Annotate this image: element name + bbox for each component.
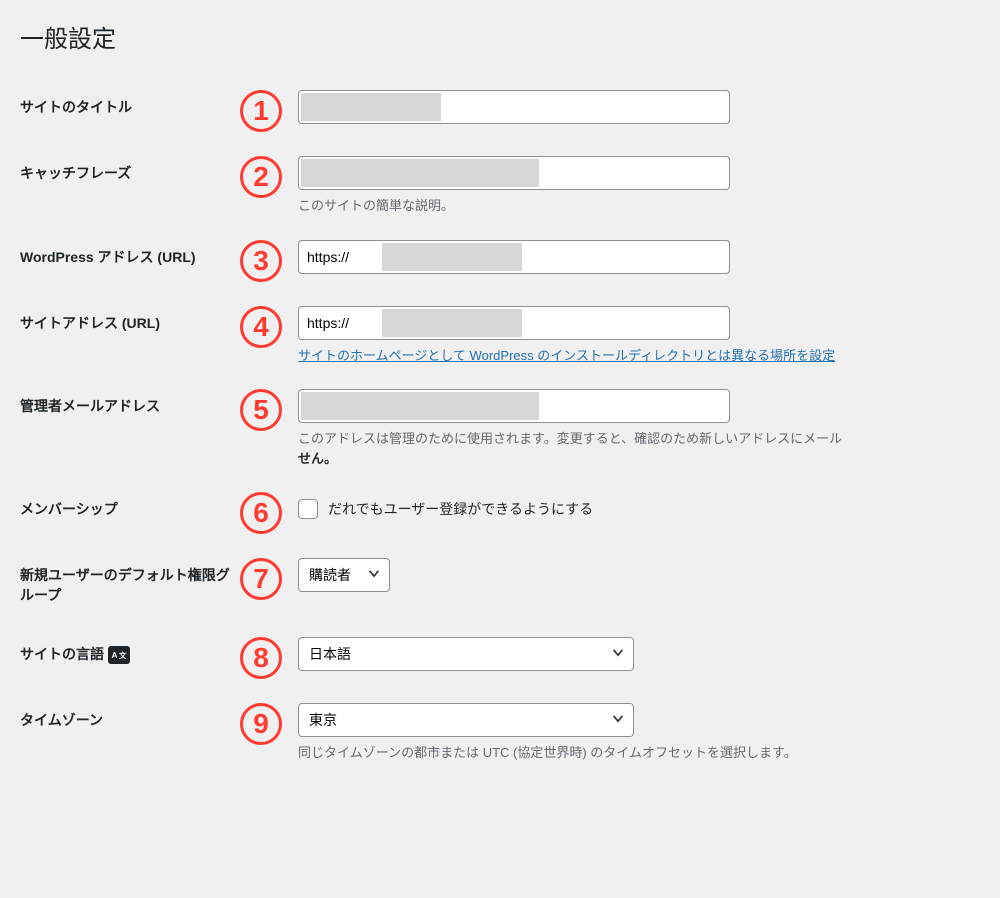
label-timezone: タイムゾーン — [20, 691, 240, 775]
annotation-marker-7: 7 — [240, 558, 282, 600]
timezone-select-wrap[interactable]: 東京 — [298, 703, 634, 737]
label-tagline: キャッチフレーズ — [20, 144, 240, 228]
default-role-select[interactable]: 購読者 — [299, 559, 391, 591]
admin-email-description: このアドレスは管理のために使用されます。変更すると、確認のため新しいアドレスにメ… — [298, 429, 980, 468]
label-site-title: サイトのタイトル — [20, 78, 240, 144]
site-language-select[interactable]: 日本語 — [299, 638, 635, 670]
redaction-mask — [301, 392, 539, 420]
annotation-marker-3: 3 — [240, 240, 282, 282]
redaction-mask — [382, 309, 522, 337]
redaction-mask — [301, 93, 441, 121]
annotation-marker-2: 2 — [240, 156, 282, 198]
membership-checkbox[interactable] — [298, 499, 318, 519]
translate-icon: A文 — [108, 646, 130, 664]
membership-checkbox-label[interactable]: だれでもユーザー登録ができるようにする — [298, 492, 980, 526]
label-membership: メンバーシップ — [20, 480, 240, 546]
default-role-select-wrap[interactable]: 購読者 — [298, 558, 390, 592]
tagline-description: このサイトの簡単な説明。 — [298, 196, 980, 216]
page-title: 一般設定 — [20, 10, 980, 58]
redaction-mask — [382, 243, 522, 271]
annotation-marker-5: 5 — [240, 389, 282, 431]
label-site-url: サイトアドレス (URL) — [20, 294, 240, 378]
settings-table: サイトのタイトル 1 キャッチフレーズ 2 — [20, 78, 980, 775]
site-url-help-link[interactable]: サイトのホームページとして WordPress のインストールディレクトリとは異… — [298, 348, 835, 363]
label-admin-email: 管理者メールアドレス — [20, 377, 240, 480]
annotation-marker-4: 4 — [240, 306, 282, 348]
annotation-marker-6: 6 — [240, 492, 282, 534]
svg-text:文: 文 — [119, 650, 127, 660]
site-language-select-wrap[interactable]: 日本語 — [298, 637, 634, 671]
label-default-role: 新規ユーザーのデフォルト権限グループ — [20, 546, 240, 625]
annotation-marker-1: 1 — [240, 90, 282, 132]
membership-checkbox-text: だれでもユーザー登録ができるようにする — [328, 499, 593, 519]
timezone-description: 同じタイムゾーンの都市または UTC (協定世界時) のタイムオフセットを選択し… — [298, 743, 980, 763]
label-wp-url: WordPress アドレス (URL) — [20, 228, 240, 294]
annotation-marker-9: 9 — [240, 703, 282, 745]
label-site-language: サイトの言語 A文 — [20, 625, 240, 691]
redaction-mask — [301, 159, 539, 187]
timezone-select[interactable]: 東京 — [299, 704, 635, 736]
annotation-marker-8: 8 — [240, 637, 282, 679]
svg-text:A: A — [112, 651, 118, 660]
